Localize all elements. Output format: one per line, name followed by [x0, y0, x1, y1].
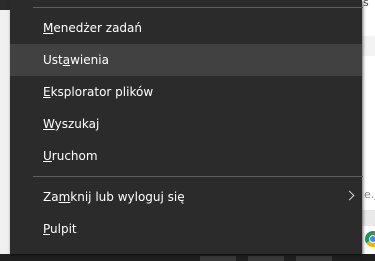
background-text-fragment: s — [363, 0, 369, 9]
menu-item-label: Ustawienia — [43, 53, 109, 67]
background-strip — [362, 36, 375, 56]
taskbar — [0, 254, 375, 261]
menu-item-label: Pulpit — [43, 222, 77, 236]
menu-item-task-manager[interactable]: Menedżer zadań — [10, 12, 362, 44]
menu-item-run[interactable]: Uruchom — [10, 140, 362, 172]
background-strip — [362, 210, 375, 226]
menu-separator — [33, 7, 363, 8]
taskbar-button[interactable] — [296, 256, 332, 261]
taskbar-button[interactable] — [248, 256, 284, 261]
menu-item-file-explorer[interactable]: Eksplorator plików — [10, 76, 362, 108]
menu-item-label: Menedżer zadań — [43, 21, 143, 35]
background-window-right: s e.j — [362, 0, 375, 261]
menu-item-shut-down[interactable]: Zamknij lub wyloguj się — [10, 181, 362, 213]
menu-item-desktop[interactable]: Pulpit — [10, 213, 362, 245]
context-menu: Menedżer zadań Ustawienia Eksplorator pl… — [10, 0, 363, 254]
menu-item-label: Wyszukaj — [43, 117, 100, 131]
menu-separator — [33, 176, 363, 177]
chevron-right-icon — [344, 190, 355, 201]
taskbar-button[interactable] — [200, 256, 236, 261]
menu-item-settings[interactable]: Ustawienia — [10, 44, 362, 76]
menu-item-label: Eksplorator plików — [43, 85, 154, 99]
background-text-fragment: e.j — [364, 188, 375, 201]
desktop: s e.j Menedżer zadań Ustawienia Eksplora… — [0, 0, 375, 261]
chrome-icon[interactable] — [365, 231, 375, 247]
menu-item-label: Uruchom — [43, 149, 98, 163]
menu-item-label: Zamknij lub wyloguj się — [43, 190, 185, 204]
menu-item-search[interactable]: Wyszukaj — [10, 108, 362, 140]
